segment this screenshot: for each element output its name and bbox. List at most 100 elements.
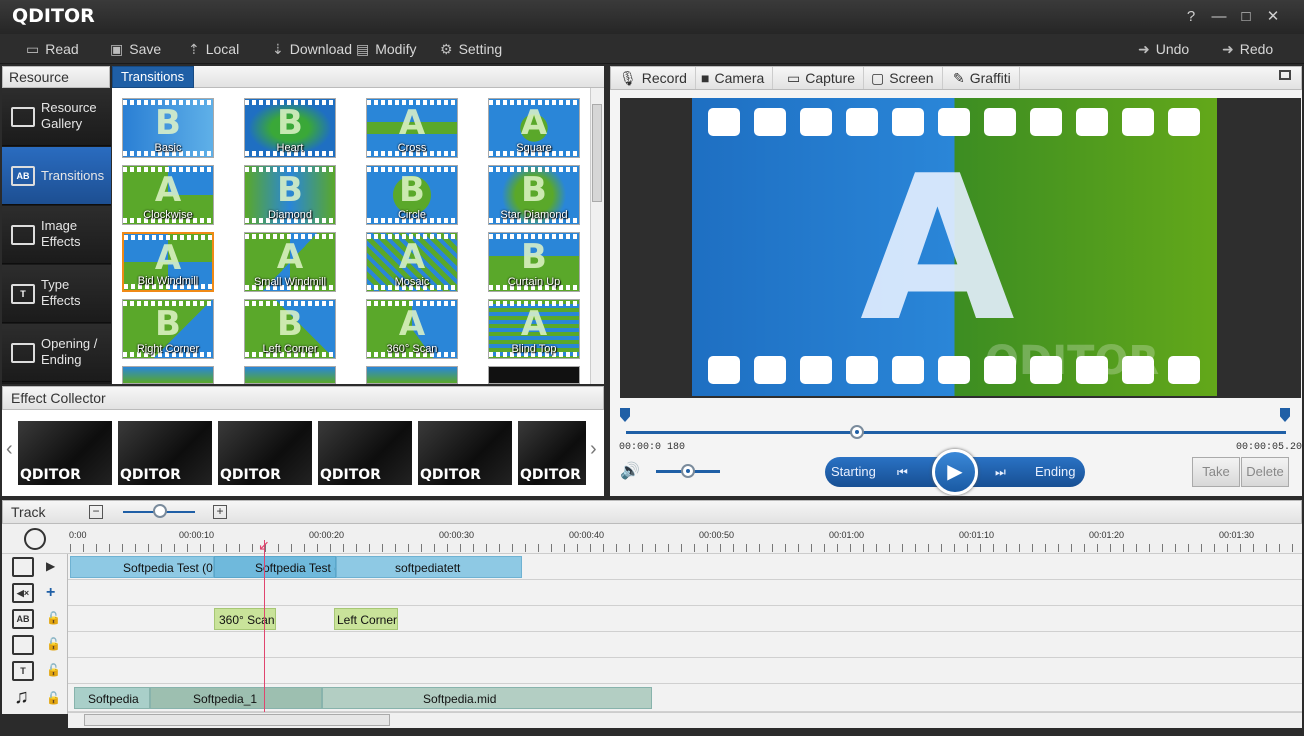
film-hole (800, 108, 832, 136)
save-button[interactable]: ▣ Save (110, 34, 161, 64)
playhead-marker-icon[interactable]: ↙ (258, 537, 270, 554)
chevron-right-icon[interactable]: › (590, 438, 597, 461)
maximize-button[interactable]: □ (1235, 7, 1257, 27)
ruler-label: 00:01:00 (829, 530, 865, 540)
transition-thumb-partial[interactable] (366, 366, 458, 384)
take-button[interactable]: Take (1192, 457, 1240, 487)
read-button[interactable]: ▭ Read (26, 34, 79, 64)
transition-circle[interactable]: B Circle (366, 165, 458, 225)
redo-button[interactable]: ➜ Redo (1222, 34, 1273, 64)
video-clip[interactable]: Softpedia Test (04) (70, 556, 214, 578)
lock-icon[interactable]: 🔓 (46, 637, 61, 651)
local-button[interactable]: ⇡ Local (188, 34, 239, 64)
transition-heart[interactable]: B Heart (244, 98, 336, 158)
effect-collector-thumb[interactable]: QDITOR (318, 421, 412, 485)
play-button[interactable]: ▶ (932, 449, 978, 495)
position-slider[interactable] (626, 431, 1286, 434)
tab-graffiti[interactable]: ✎ Graffiti (945, 67, 1020, 89)
next-icon[interactable]: ⏭ (995, 457, 1006, 487)
download-button[interactable]: ⇣ Download (272, 34, 352, 64)
zoom-in-button[interactable]: + (213, 505, 227, 519)
sidebar-item-image-effects[interactable]: Image Effects (2, 206, 111, 264)
qditor-window: QDITOR ? — □ ✕ ▭ Read ▣ Save ⇡ Local ⇣ Downl… (0, 0, 1304, 736)
transition-clip[interactable]: Left Corner (334, 608, 398, 630)
ruler-label: 00:00:10 (179, 530, 215, 540)
transition-thumb-partial[interactable] (122, 366, 214, 384)
gear-icon: ⚙ (440, 41, 453, 57)
volume-knob[interactable] (681, 464, 695, 478)
tab-camera[interactable]: ■ Camera (693, 67, 774, 89)
lock-icon[interactable]: 🔓 (46, 691, 61, 705)
chevron-left-icon[interactable]: ‹ (6, 438, 13, 461)
effect-collector-thumb[interactable]: QDITOR (18, 421, 112, 485)
sidebar-item-opening-ending[interactable]: Opening / Ending (2, 324, 111, 382)
transition-label: Square (516, 142, 552, 154)
starting-button[interactable]: Starting (831, 457, 876, 487)
transition-small-windmill[interactable]: A Small Windmill (244, 232, 336, 292)
transition-letter: B (155, 304, 181, 344)
effect-collector-thumb[interactable]: QDITOR (218, 421, 312, 485)
audio-clip[interactable]: Softpedia.mid (322, 687, 652, 709)
volume-icon[interactable]: 🔊 (620, 461, 640, 481)
transition-square[interactable]: A Square (488, 98, 580, 158)
modify-button[interactable]: ▤ Modify (356, 34, 416, 64)
transition-diamond[interactable]: B Diamond (244, 165, 336, 225)
tab-transitions[interactable]: Transitions (112, 66, 194, 88)
transition-right-corner[interactable]: B Right Corner (122, 299, 214, 359)
ending-button[interactable]: Ending (1035, 457, 1075, 487)
tab-capture[interactable]: ▭ Capture (779, 67, 865, 89)
preview-watermark: QDITOR (985, 338, 1160, 384)
transition-cross[interactable]: A Cross (366, 98, 458, 158)
toolbar: ▭ Read ▣ Save ⇡ Local ⇣ Download ▤ Modify ⚙ Se… (0, 34, 1304, 64)
lock-icon[interactable]: 🔓 (46, 663, 61, 677)
sidebar-item-resource-gallery[interactable]: Resource Gallery (2, 88, 111, 146)
transition-thumb-partial[interactable] (244, 366, 336, 384)
sidebar-item-type-effects[interactable]: T Type Effects (2, 265, 111, 323)
transition-curtain-up[interactable]: B Curtain Up (488, 232, 580, 292)
transition-360-scan[interactable]: A 360° Scan (366, 299, 458, 359)
delete-button[interactable]: Delete (1241, 457, 1289, 487)
effect-thumb-label: QDITOR (520, 467, 581, 483)
ab-track-icon: AB (12, 609, 34, 629)
transition-thumb-partial[interactable] (488, 366, 580, 384)
fullscreen-icon[interactable] (1279, 70, 1291, 80)
help-button[interactable]: ? (1180, 7, 1202, 27)
previous-icon[interactable]: ⏮ (897, 457, 908, 487)
audio-clip[interactable]: Softpedia (74, 687, 150, 709)
transition-basic[interactable]: B Basic (122, 98, 214, 158)
transition-clockwise[interactable]: A Clockwise (122, 165, 214, 225)
add-track-icon[interactable]: + (46, 584, 55, 602)
effect-collector-thumb[interactable]: QDITOR (518, 421, 586, 485)
zoom-knob[interactable] (153, 504, 167, 518)
sidebar-item-transitions[interactable]: AB Transitions (2, 147, 111, 205)
film-hole (938, 108, 970, 136)
tab-screen[interactable]: ▢ Screen (863, 67, 943, 89)
effect-collector-thumb[interactable]: QDITOR (118, 421, 212, 485)
playhead[interactable] (264, 540, 265, 712)
video-clip[interactable]: Softpedia Test (04) (214, 556, 336, 578)
transition-clip[interactable]: 360° Scan (214, 608, 276, 630)
transition-mosaic[interactable]: A Mosaic (366, 232, 458, 292)
undo-button[interactable]: ➜ Undo (1138, 34, 1189, 64)
effect-collector-thumb[interactable]: QDITOR (418, 421, 512, 485)
zoom-out-button[interactable]: − (89, 505, 103, 519)
transition-blind-top[interactable]: A Blind Top (488, 299, 580, 359)
close-button[interactable]: ✕ (1262, 7, 1284, 27)
minimize-button[interactable]: — (1208, 7, 1230, 27)
tab-record[interactable]: 🎙 Record (611, 67, 696, 89)
transition-bid-windmill[interactable]: A Bid Windmill (122, 232, 214, 292)
transition-letter: B (277, 304, 303, 344)
setting-button[interactable]: ⚙ Setting (440, 34, 502, 64)
transition-left-corner[interactable]: B Left Corner (244, 299, 336, 359)
video-clip[interactable]: softpediatett (336, 556, 522, 578)
transition-star-diamond[interactable]: B Star Diamond (488, 165, 580, 225)
ruler-label: 00:00:20 (309, 530, 345, 540)
lock-icon[interactable]: 🔓 (46, 611, 61, 625)
expand-icon[interactable]: ▶ (46, 559, 55, 573)
timeline-scroll-thumb[interactable] (84, 714, 390, 726)
mute-icon[interactable]: ◀× (12, 583, 34, 603)
transition-letter: A (154, 170, 182, 210)
position-knob[interactable] (850, 425, 864, 439)
audio-clip[interactable]: Softpedia_1 (150, 687, 322, 709)
grid-scroll-thumb[interactable] (592, 104, 602, 202)
